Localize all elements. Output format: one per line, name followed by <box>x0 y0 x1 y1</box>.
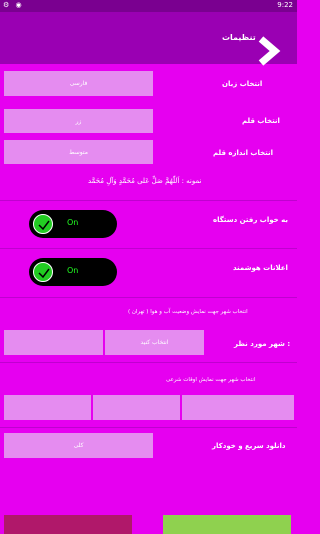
font-sample-text: نمونه : اَللّهُمَّ صَلِّ عَلی مُحَمَّدٍ … <box>88 177 202 185</box>
status-bar: ⚙ ◉ 9:22 <box>0 0 297 12</box>
divider <box>0 200 297 201</box>
check-icon <box>33 262 53 282</box>
notification-icons: ⚙ ◉ <box>3 1 24 9</box>
check-icon <box>33 214 53 234</box>
toggle-state: On <box>67 218 79 227</box>
city-select[interactable]: انتخاب کنید <box>105 330 204 355</box>
weather-city-note: انتخاب شهر جهت نمایش وضعیت آب و هوا ( ته… <box>128 309 248 315</box>
divider <box>0 297 297 298</box>
prayer-city-select-2[interactable] <box>93 395 180 420</box>
divider <box>0 427 297 428</box>
divider <box>0 248 297 249</box>
city-select-secondary[interactable] <box>4 330 103 355</box>
page-title: تنظیمات <box>222 33 256 42</box>
chevron-right-icon[interactable] <box>256 36 282 66</box>
prayer-city-note: انتخاب شهر جهت نمایش اوقات شرعی <box>166 377 256 383</box>
font-size-select[interactable]: متوسط <box>4 140 153 164</box>
divider <box>0 362 297 363</box>
language-select[interactable]: فارسی <box>4 71 153 96</box>
prayer-city-select-3[interactable] <box>4 395 91 420</box>
status-time: 9:22 <box>277 1 293 9</box>
font-select[interactable]: زر <box>4 109 153 133</box>
font-label: انتخاب قلم <box>242 117 280 125</box>
smart-notifications-toggle[interactable]: On <box>29 258 117 286</box>
toggle-state: On <box>67 266 79 275</box>
auto-download-select[interactable]: کلی <box>4 433 153 458</box>
language-label: انتخاب زبان <box>222 80 263 88</box>
smart-notifications-label: اعلانات هوشمند <box>233 264 288 272</box>
city-label: شهر مورد نظر : <box>234 340 291 348</box>
auto-download-label: دانلود سریع و خودکار <box>212 442 286 450</box>
screen-sleep-label: به خواب رفتن دستگاه <box>213 216 288 224</box>
screen-sleep-toggle[interactable]: On <box>29 210 117 238</box>
app-bar: تنظیمات <box>0 12 297 66</box>
font-size-label: انتخاب اندازه قلم <box>213 149 274 157</box>
cancel-button[interactable] <box>4 515 132 534</box>
prayer-city-select-1[interactable] <box>182 395 294 420</box>
confirm-button[interactable] <box>163 515 291 534</box>
